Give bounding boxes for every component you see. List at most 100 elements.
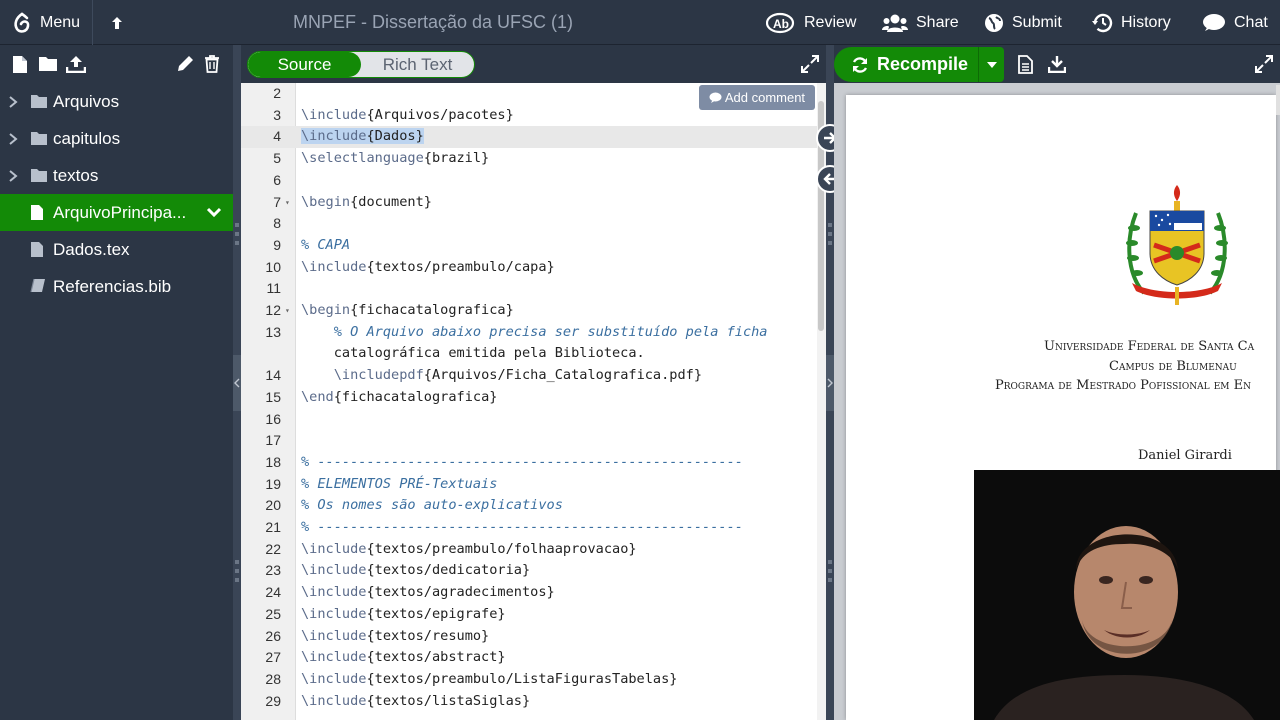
file-tree-resize-handle[interactable] [233, 45, 241, 720]
code-line[interactable]: catalográfica emitida pela Biblioteca. [241, 343, 817, 365]
tree-file-arquivoprincipal[interactable]: ArquivoPrincipa... [0, 194, 234, 231]
line-number: 8 [273, 215, 281, 232]
new-folder-icon[interactable] [38, 55, 57, 73]
code-text: \include{Dados} [301, 128, 424, 145]
code-line[interactable]: 5 \selectlanguage{brazil} [241, 148, 817, 170]
share-button[interactable]: Share [882, 0, 959, 45]
review-button[interactable]: Ab Review [766, 0, 856, 45]
file-tree-list: Arquivos capitulos textos ArquivoPrincip… [0, 83, 234, 305]
code-line[interactable]: 14 \includepdf{Arquivos/Ficha_Catalograf… [241, 365, 817, 387]
expand-icon[interactable] [1255, 55, 1273, 78]
code-line[interactable]: 27 \include{textos/abstract} [241, 647, 817, 669]
code-text: \include{textos/epigrafe} [301, 605, 506, 622]
line-number: 21 [265, 519, 281, 535]
source-mode-button[interactable]: Source [248, 52, 361, 77]
code-line[interactable]: 9 % CAPA [241, 235, 817, 257]
line-number: 7 [273, 193, 281, 210]
line-number: 15 [265, 388, 281, 405]
recompile-button[interactable]: Recompile [834, 47, 1004, 82]
source-richtext-toggle[interactable]: Source Rich Text [247, 51, 475, 78]
university-name: Universidade Federal de Santa Ca [1044, 339, 1255, 354]
code-text: \include{textos/preambulo/ListaFigurasTa… [301, 670, 678, 687]
code-line[interactable]: 19 % ELEMENTOS PRÉ-Textuais [241, 474, 817, 496]
code-line[interactable]: 23 \include{textos/dedicatoria} [241, 560, 817, 582]
file-icon [30, 241, 44, 263]
collapse-pdf-toggle[interactable] [826, 355, 834, 411]
collapse-tree-toggle[interactable] [233, 355, 241, 411]
code-line[interactable]: 11 [241, 278, 817, 300]
code-text: % ELEMENTOS PRÉ-Textuais [301, 475, 498, 492]
svg-text:Ab: Ab [773, 17, 789, 31]
code-line[interactable]: 10 \include{textos/preambulo/capa} [241, 257, 817, 279]
code-line[interactable]: 12 ▾ \begin{fichacatalografica} [241, 300, 817, 322]
code-line[interactable]: 13 % O Arquivo abaixo precisa ser substi… [241, 322, 817, 344]
chevron-right-icon[interactable] [8, 131, 18, 151]
code-text: \include{Arquivos/pacotes} [301, 106, 514, 123]
tree-folder-capitulos[interactable]: capitulos [0, 120, 234, 157]
folder-icon [30, 93, 48, 114]
rename-pencil-icon[interactable] [176, 55, 194, 73]
line-number: 26 [265, 627, 281, 644]
tree-item-label: capitulos [53, 129, 121, 148]
download-pdf-icon[interactable] [1047, 55, 1067, 78]
caret-down-icon [987, 62, 997, 68]
code-line[interactable]: 17 [241, 430, 817, 452]
line-number: 29 [265, 692, 281, 709]
chevron-right-icon[interactable] [8, 94, 18, 114]
code-line[interactable]: 16 [241, 409, 817, 431]
review-label: Review [804, 13, 857, 31]
code-line[interactable]: 18 % ------------------------------------… [241, 452, 817, 474]
code-line[interactable]: 15 \end{fichacatalografica} [241, 387, 817, 409]
code-text: catalográfica emitida pela Biblioteca. [301, 345, 645, 362]
ufsc-coat-of-arms-logo [1126, 185, 1228, 305]
line-number: 11 [266, 280, 281, 297]
code-line[interactable]: 28 \include{textos/preambulo/ListaFiguras… [241, 669, 817, 691]
add-comment-button[interactable]: Add comment [699, 85, 815, 110]
code-line[interactable]: 26 \include{textos/resumo} [241, 626, 817, 648]
tree-file-dados[interactable]: Dados.tex [0, 231, 234, 268]
comment-icon [709, 87, 722, 112]
code-line[interactable]: 21 % ------------------------------------… [241, 517, 817, 539]
history-icon [1091, 13, 1113, 33]
upload-icon[interactable] [65, 55, 87, 74]
new-file-icon[interactable] [12, 55, 30, 73]
history-label: History [1121, 13, 1171, 31]
code-line[interactable]: 4 \include{Dados} [241, 126, 817, 149]
recompile-options-dropdown[interactable] [978, 47, 1004, 82]
expand-icon[interactable] [801, 55, 819, 78]
code-line[interactable]: 24 \include{textos/agradecimentos} [241, 582, 817, 604]
tree-item-label: Dados.tex [53, 240, 130, 259]
code-line[interactable]: 6 [241, 170, 817, 192]
pdf-scrollbar[interactable] [1276, 85, 1280, 115]
tree-folder-textos[interactable]: textos [0, 157, 234, 194]
rich-text-mode-button[interactable]: Rich Text [361, 52, 474, 77]
folder-icon [30, 167, 48, 188]
history-button[interactable]: History [1091, 0, 1171, 45]
line-number: 27 [265, 649, 281, 666]
code-line[interactable]: 20 % Os nomes são auto-explicativos [241, 495, 817, 517]
code-line[interactable]: 22 \include{textos/preambulo/folhaaprovac… [241, 539, 817, 561]
share-label: Share [916, 13, 959, 31]
tree-file-referencias[interactable]: Referencias.bib [0, 268, 234, 305]
refresh-icon [851, 56, 869, 79]
code-line[interactable]: 7 ▾ \begin{document} [241, 192, 817, 214]
code-line[interactable]: 25 \include{textos/epigrafe} [241, 604, 817, 626]
chevron-down-icon[interactable] [206, 204, 222, 224]
folder-icon [30, 130, 48, 151]
logs-file-icon[interactable] [1018, 55, 1033, 79]
tree-folder-arquivos[interactable]: Arquivos [0, 83, 234, 120]
code-editor[interactable]: 2 3 \include{Arquivos/pacotes} 4 \include{Da… [241, 83, 817, 720]
line-number: 5 [273, 150, 281, 167]
delete-trash-icon[interactable] [204, 55, 222, 73]
fold-caret-icon[interactable]: ▾ [285, 192, 290, 214]
chat-button[interactable]: Chat [1202, 0, 1268, 45]
code-line[interactable]: 29 \include{textos/listaSiglas} [241, 691, 817, 713]
code-line[interactable]: 8 [241, 213, 817, 235]
file-tree-toolbar [0, 45, 234, 83]
fold-caret-icon[interactable]: ▾ [285, 300, 290, 322]
code-text: \include{textos/preambulo/folhaaprovacao… [301, 540, 637, 557]
line-number: 24 [265, 584, 281, 601]
project-title[interactable]: MNPEF - Dissertação da UFSC (1) [0, 0, 866, 45]
submit-button[interactable]: Submit [984, 0, 1062, 45]
chevron-right-icon[interactable] [8, 168, 18, 188]
